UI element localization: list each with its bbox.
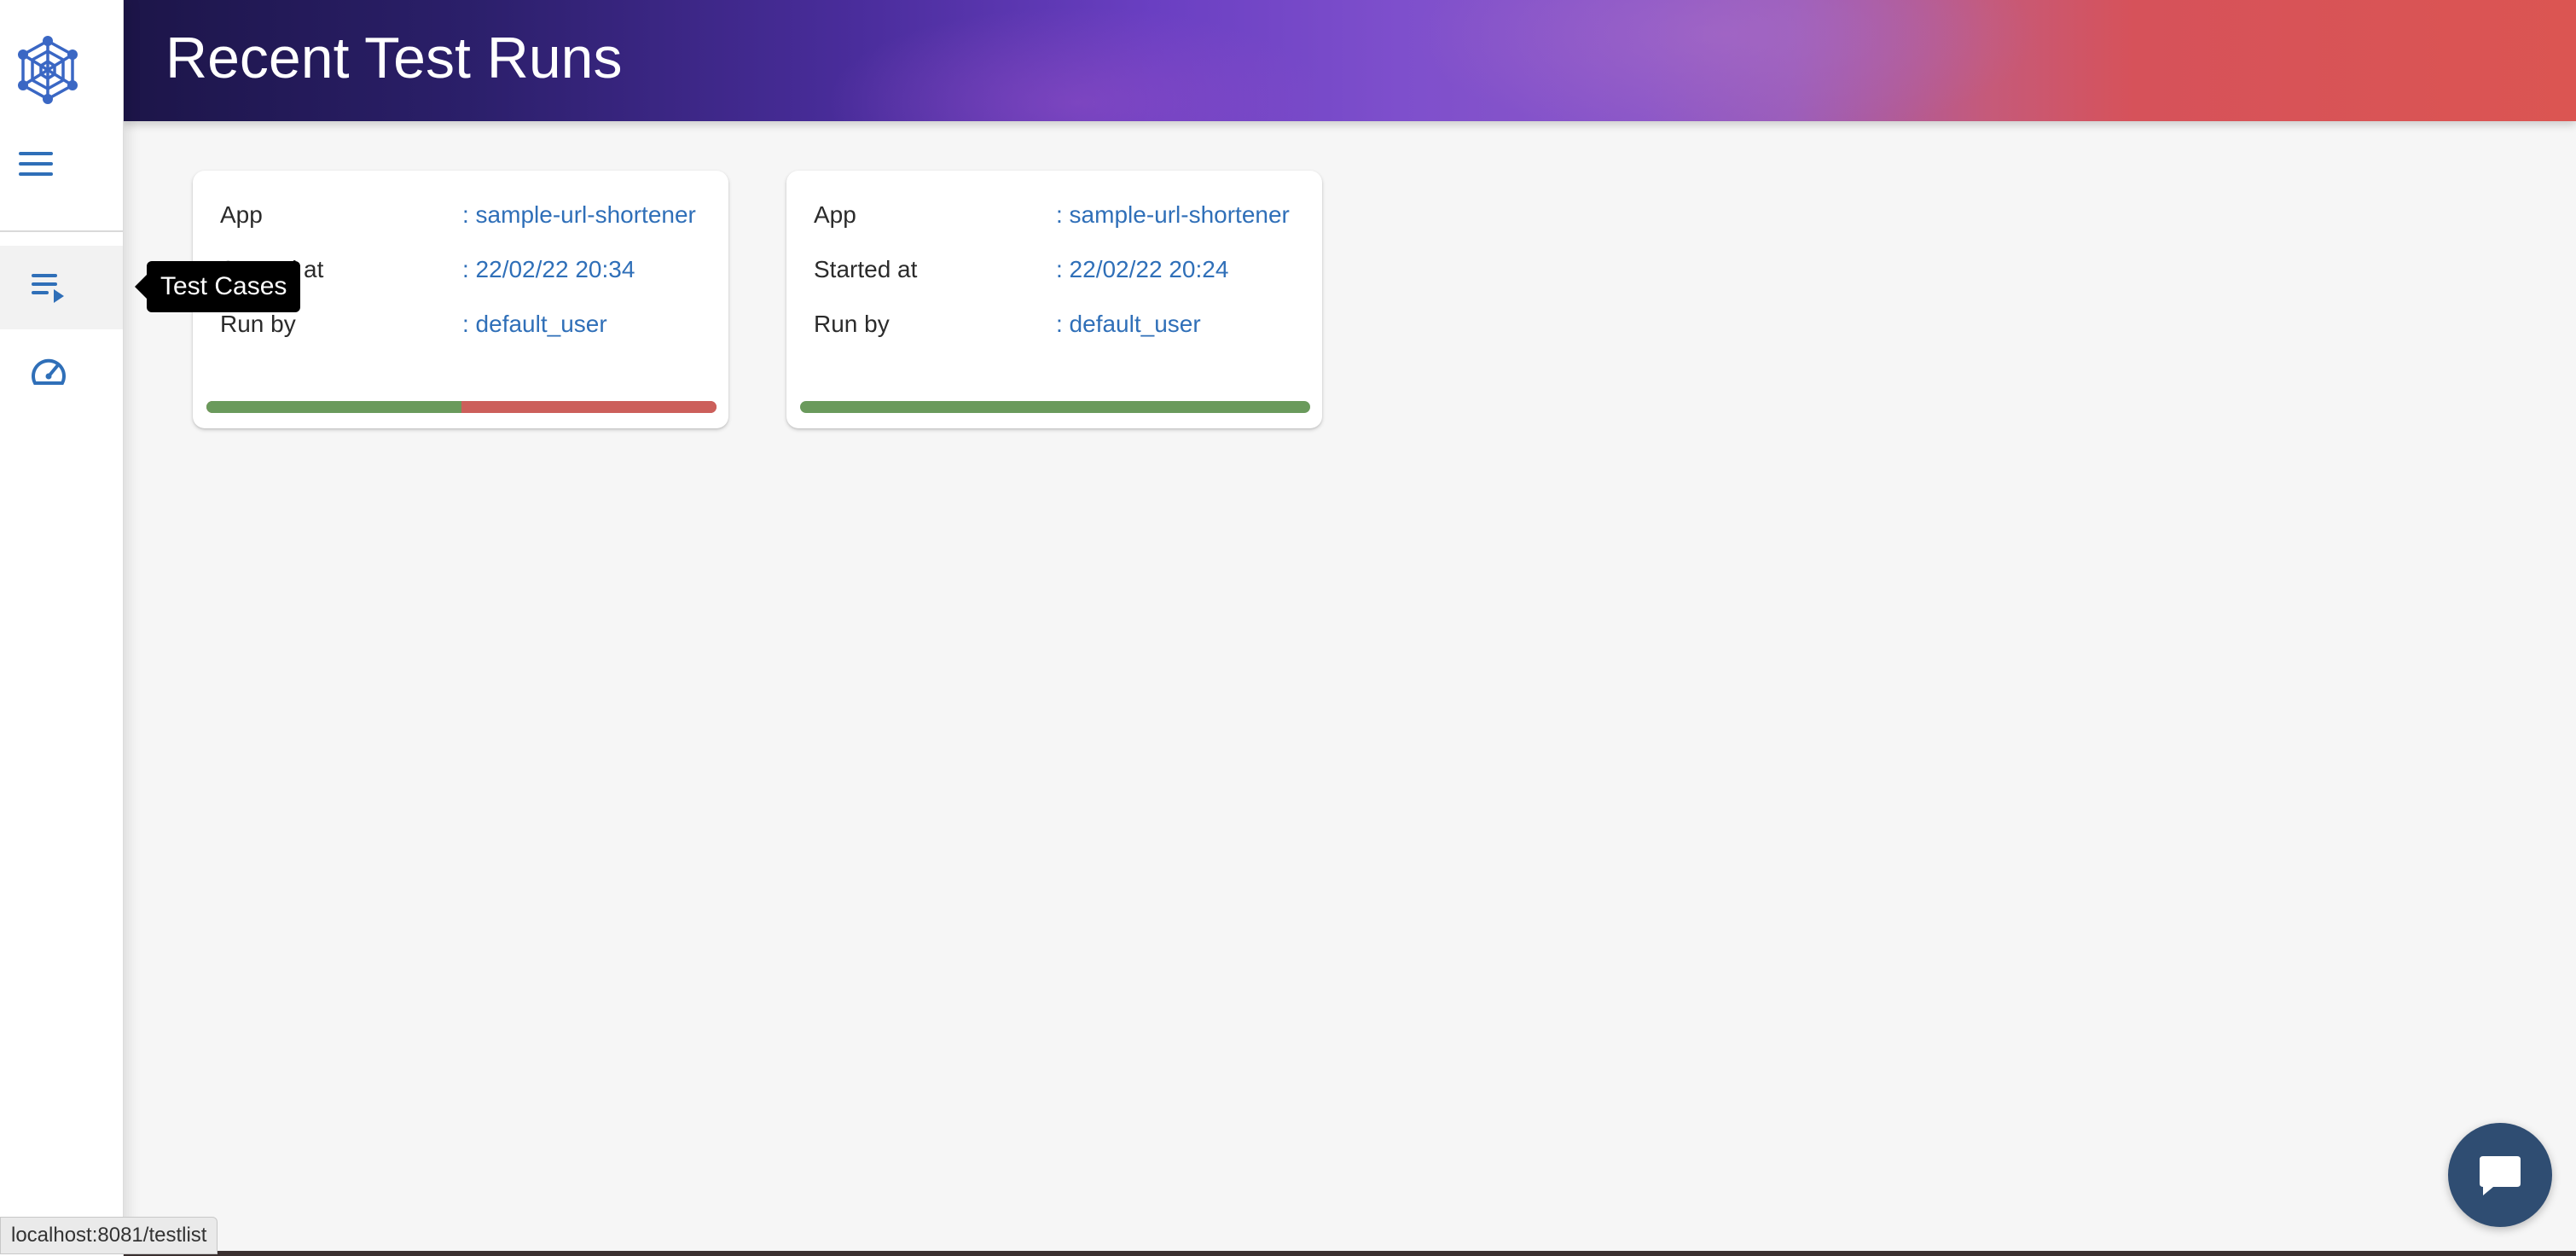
started-at-label: Started at <box>814 256 918 282</box>
run-by-label: Run by <box>814 311 890 337</box>
speedometer-icon <box>32 358 66 385</box>
web-network-logo-icon[interactable] <box>14 36 82 104</box>
run-by-value: : default_user <box>462 311 607 337</box>
card-row-run-by: Run by : default_user <box>814 307 1326 341</box>
test-run-card[interactable]: App : sample-url-shortener Started at : … <box>786 171 1322 428</box>
card-row-app: App : sample-url-shortener <box>220 198 732 232</box>
run-by-value: : default_user <box>1056 311 1201 337</box>
chat-launcher-button[interactable] <box>2448 1123 2552 1227</box>
run-by-label: Run by <box>220 311 296 337</box>
status-bar-url: localhost:8081/testlist <box>0 1217 218 1254</box>
app-value: : sample-url-shortener <box>462 201 696 228</box>
app-label: App <box>814 201 856 228</box>
progress-passed-segment <box>206 401 461 413</box>
playlist-play-icon <box>32 274 64 303</box>
card-row-app: App : sample-url-shortener <box>814 198 1326 232</box>
started-at-value: : 22/02/22 20:24 <box>1056 256 1229 282</box>
app-value: : sample-url-shortener <box>1056 201 1290 228</box>
page-title: Recent Test Runs <box>165 26 623 90</box>
page-header: Recent Test Runs <box>123 0 2576 121</box>
sidebar-item-test-cases[interactable] <box>0 246 123 329</box>
test-result-progress-bar <box>800 401 1310 413</box>
test-result-progress-bar <box>206 401 717 413</box>
sidebar <box>0 0 124 1256</box>
tooltip-test-cases: Test Cases <box>134 261 301 312</box>
progress-failed-segment <box>461 401 717 413</box>
card-row-run-by: Run by : default_user <box>220 307 732 341</box>
app-root: Test Cases Recent Test Runs App : sample… <box>0 0 2576 1256</box>
window-bottom-edge <box>123 1251 2576 1256</box>
sidebar-item-dashboard[interactable] <box>0 329 123 413</box>
started-at-value: : 22/02/22 20:34 <box>462 256 635 282</box>
progress-passed-segment <box>800 401 1310 413</box>
hamburger-menu-icon[interactable] <box>15 147 70 188</box>
sidebar-divider <box>0 230 123 232</box>
chat-bubble-icon <box>2480 1156 2521 1195</box>
app-label: App <box>220 201 263 228</box>
card-row-started-at: Started at : 22/02/22 20:24 <box>814 253 1326 287</box>
